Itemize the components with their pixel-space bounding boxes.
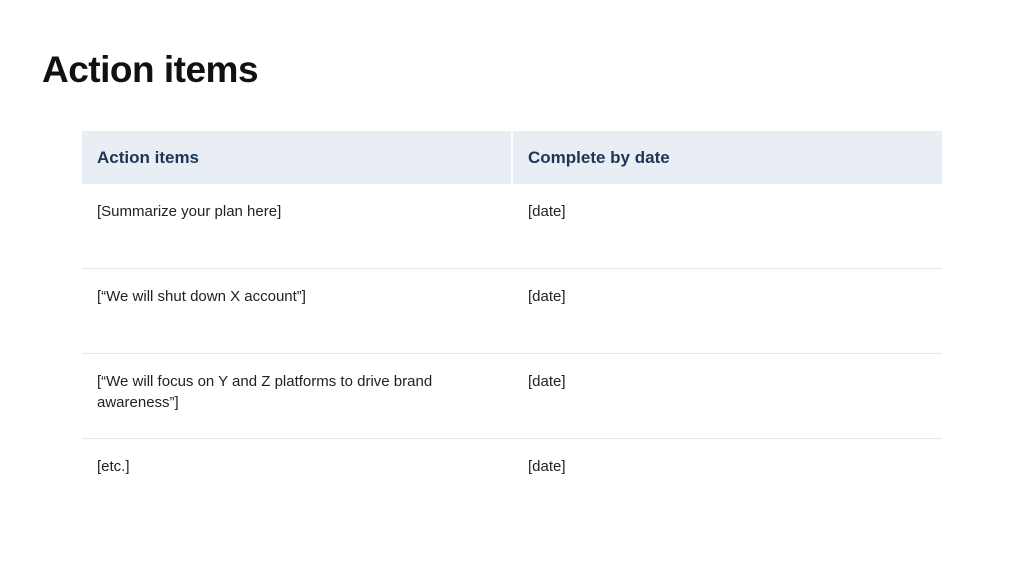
header-complete-by-date: Complete by date (513, 131, 942, 184)
action-item-cell: [“We will focus on Y and Z platforms to … (97, 373, 433, 411)
table-header-row: Action items Complete by date (82, 131, 942, 184)
date-cell: [date] (528, 373, 566, 390)
action-item-cell: [Summarize your plan here] (97, 203, 282, 220)
table-row: [“We will focus on Y and Z platforms to … (82, 354, 942, 439)
header-action-items: Action items (82, 131, 511, 184)
action-items-table: Action items Complete by date [Summarize… (82, 131, 942, 524)
date-cell: [date] (528, 288, 566, 305)
table-row: [Summarize your plan here] [date] (82, 184, 942, 269)
date-cell: [date] (528, 203, 566, 220)
slide-title: Action items (42, 49, 259, 90)
date-cell: [date] (528, 458, 566, 475)
table-row: [“We will shut down X account”] [date] (82, 269, 942, 354)
table-row: [etc.] [date] (82, 439, 942, 524)
action-item-cell: [“We will shut down X account”] (97, 288, 306, 305)
action-item-cell: [etc.] (97, 458, 130, 475)
